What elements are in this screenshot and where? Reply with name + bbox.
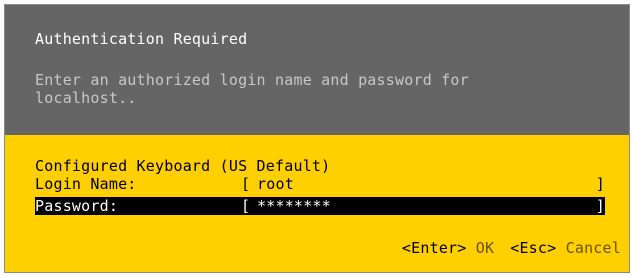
authentication-dialog: Authentication Required Enter an authori… xyxy=(4,4,630,273)
ok-label: OK xyxy=(475,239,495,257)
cancel-button[interactable]: <Esc> Cancel xyxy=(510,239,621,257)
description-line-1: Enter an authorized login name and passw… xyxy=(35,71,469,89)
dialog-actions: <Enter> OK <Esc> Cancel xyxy=(402,239,621,257)
password-bracket-close: ] xyxy=(595,197,605,215)
password-label: Password: xyxy=(35,197,119,215)
keyboard-layout-label: Configured Keyboard (US Default) xyxy=(35,157,331,175)
login-name-field[interactable]: Login Name: [ root ] xyxy=(35,175,605,193)
description-line-2: localhost.. xyxy=(35,89,137,107)
dialog-body: Configured Keyboard (US Default) Login N… xyxy=(5,135,629,272)
dialog-header: Authentication Required Enter an authori… xyxy=(5,5,629,135)
login-bracket-open: [ xyxy=(241,175,251,193)
ok-button[interactable]: <Enter> OK xyxy=(402,239,494,257)
esc-key-hint: <Esc> xyxy=(510,239,557,257)
password-input[interactable]: ******** xyxy=(257,197,331,215)
dialog-title: Authentication Required xyxy=(35,30,248,48)
enter-key-hint: <Enter> xyxy=(401,239,467,257)
cancel-label: Cancel xyxy=(565,239,621,257)
login-bracket-close: ] xyxy=(595,175,605,193)
dialog-description: Enter an authorized login name and passw… xyxy=(35,71,469,107)
login-name-label: Login Name: xyxy=(35,175,137,193)
password-bracket-open: [ xyxy=(241,197,251,215)
login-name-input[interactable]: root xyxy=(257,175,294,193)
password-field[interactable]: Password: [ ******** ] xyxy=(35,197,605,215)
